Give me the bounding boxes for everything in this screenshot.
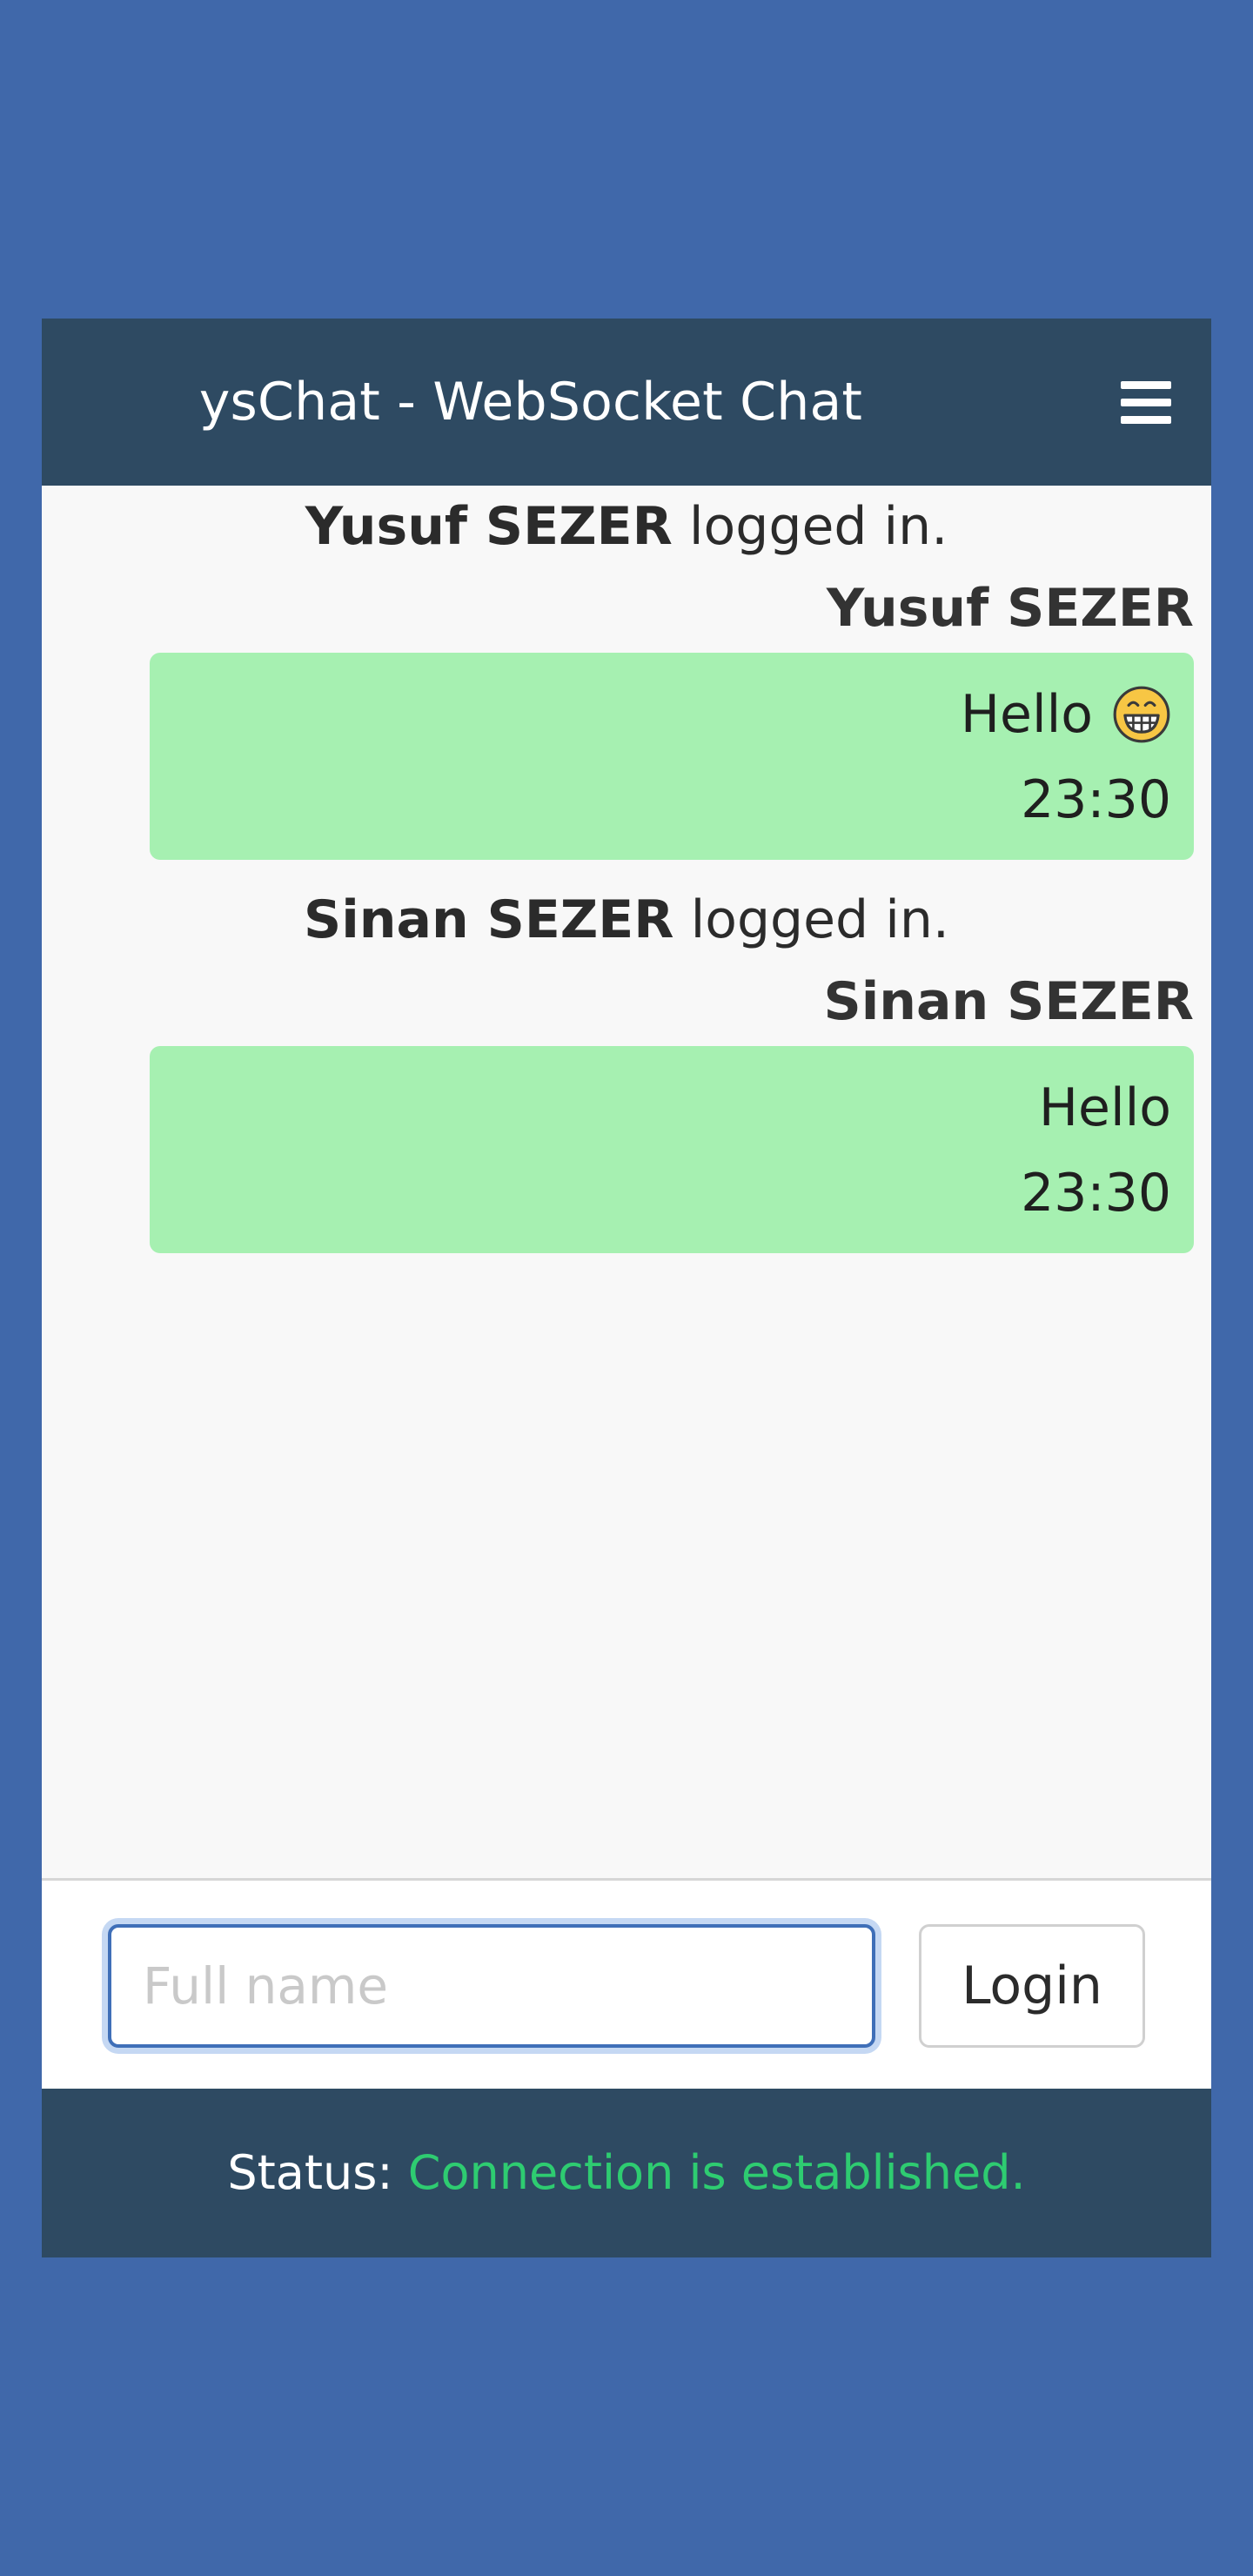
app-header: ysChat - WebSocket Chat [42, 319, 1211, 486]
message-sender: Sinan SEZER [823, 971, 1194, 1032]
app-title: ysChat - WebSocket Chat [198, 372, 863, 433]
status-value: Connection is established. [407, 2145, 1026, 2200]
message-bubble: Hello 23:30 [150, 653, 1194, 860]
system-message: Sinan SEZER logged in. [42, 889, 1211, 950]
system-message-text: logged in. [688, 496, 948, 557]
message-text-row: Hello [1039, 1077, 1171, 1138]
message-time: 23:30 [1021, 1163, 1171, 1224]
message-text-row: Hello [961, 684, 1171, 745]
login-form: Login [42, 1878, 1211, 2089]
status-bar: Status: Connection is established. [42, 2089, 1211, 2257]
system-message-text: logged in. [690, 889, 949, 950]
message-bubble: Hello 23:30 [150, 1046, 1194, 1253]
login-button[interactable]: Login [919, 1924, 1145, 2048]
message-sender: Yusuf SEZER [826, 578, 1194, 639]
system-message-user: Yusuf SEZER [305, 496, 673, 557]
grinning-face-emoji-icon [1113, 686, 1170, 743]
full-name-input[interactable] [108, 1924, 875, 2048]
status-label: Status: [227, 2145, 393, 2200]
message-text: Hello [960, 684, 1093, 745]
chat-app-window: ysChat - WebSocket Chat Yusuf SEZER logg… [42, 319, 1211, 2257]
hamburger-menu-icon[interactable] [1121, 381, 1171, 424]
system-message: Yusuf SEZER logged in. [42, 496, 1211, 557]
message-text: Hello [1038, 1077, 1171, 1138]
message-time: 23:30 [1021, 769, 1171, 830]
system-message-user: Sinan SEZER [304, 889, 674, 950]
